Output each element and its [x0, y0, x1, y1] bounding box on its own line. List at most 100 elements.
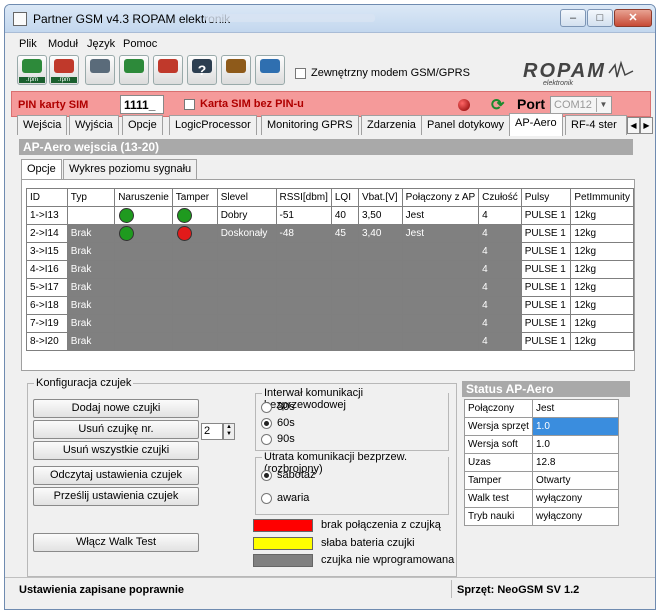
table-cell-polaczony[interactable]: Jest: [401, 224, 480, 243]
table-cell-id[interactable]: 5->I17: [26, 278, 68, 297]
help-button[interactable]: ?: [187, 55, 217, 85]
table-cell-lqi[interactable]: [330, 296, 359, 315]
table-row[interactable]: 1->I13 PIR Dobry -51 40 3,50 Jest 4 PULSE 1 12kg: [26, 206, 634, 225]
table-cell-czulosc[interactable]: 4: [478, 314, 522, 333]
port-select[interactable]: COM12 ▼: [550, 96, 612, 114]
tab-logicprocessor[interactable]: LogicProcessor: [169, 115, 257, 135]
exit-button[interactable]: [221, 55, 251, 85]
table-cell-pulsy[interactable]: PULSE 1: [520, 332, 572, 351]
table-cell-lqi[interactable]: [330, 260, 359, 279]
table-cell-pet[interactable]: 12kg: [570, 296, 634, 315]
tab-opcje[interactable]: Opcje: [122, 115, 163, 135]
table-cell-slevel[interactable]: [216, 260, 277, 279]
table-cell-slevel[interactable]: [216, 296, 277, 315]
download-button[interactable]: [119, 55, 149, 85]
table-cell-pulsy[interactable]: PULSE 1: [520, 278, 572, 297]
tab-monitoring-gprs[interactable]: Monitoring GPRS: [261, 115, 359, 135]
table-cell-pet[interactable]: 12kg: [570, 332, 634, 351]
interval-30s-radio[interactable]: [261, 402, 272, 413]
status-value[interactable]: Otwarty: [532, 471, 619, 490]
table-cell-vbat[interactable]: [357, 296, 403, 315]
add-sensors-button[interactable]: Dodaj nowe czujki: [33, 399, 199, 418]
table-cell-id[interactable]: 6->I18: [26, 296, 68, 315]
table-cell-id[interactable]: 2->I14: [26, 224, 68, 243]
table-cell-czulosc[interactable]: 4: [478, 278, 522, 297]
minimize-button[interactable]: –: [560, 9, 586, 27]
walk-test-button[interactable]: Włącz Walk Test: [33, 533, 199, 552]
table-cell-polaczony[interactable]: [401, 314, 480, 333]
table-cell-naruszenie[interactable]: [114, 224, 173, 243]
table-cell-rssi[interactable]: -51: [275, 206, 332, 225]
close-button[interactable]: ✕: [614, 9, 652, 27]
table-cell-czulosc[interactable]: 4: [478, 206, 522, 225]
table-cell-slevel[interactable]: Dobry: [216, 206, 277, 225]
table-cell-polaczony[interactable]: [401, 278, 480, 297]
table-cell-polaczony[interactable]: [401, 242, 480, 261]
table-cell-pet[interactable]: 12kg: [570, 224, 634, 243]
subtab-signal-chart[interactable]: Wykres poziomu sygnału: [63, 159, 198, 179]
read-from-module-button[interactable]: .rpm: [17, 55, 47, 85]
table-cell-slevel[interactable]: [216, 314, 277, 333]
connect-button[interactable]: [85, 55, 115, 85]
table-cell-tamper[interactable]: [171, 206, 218, 225]
chevron-left-icon[interactable]: ◀: [627, 117, 640, 134]
pin-input[interactable]: 1111_: [120, 95, 164, 114]
table-cell-tamper[interactable]: [171, 296, 218, 315]
chevron-right-icon[interactable]: ▶: [640, 117, 653, 134]
tab-wyjscia[interactable]: Wyjścia: [69, 115, 119, 135]
sensor-number-stepper[interactable]: ▲ ▼: [223, 423, 235, 440]
status-value[interactable]: 12.8: [532, 453, 619, 472]
table-cell-pet[interactable]: 12kg: [570, 260, 634, 279]
table-cell-tamper[interactable]: [171, 332, 218, 351]
table-row[interactable]: 6->I18 Brak 4 PULSE 1 12kg: [26, 296, 634, 315]
table-cell-slevel[interactable]: [216, 332, 277, 351]
table-cell-typ[interactable]: Brak: [66, 242, 116, 261]
tab-panel-dotykowy[interactable]: Panel dotykowy: [421, 115, 511, 135]
table-cell-id[interactable]: 4->I16: [26, 260, 68, 279]
table-cell-typ[interactable]: Brak: [66, 260, 116, 279]
table-cell-vbat[interactable]: [357, 332, 403, 351]
menu-jezyk[interactable]: Język: [87, 38, 115, 50]
table-cell-naruszenie[interactable]: [114, 242, 173, 261]
table-cell-slevel[interactable]: Doskonały: [216, 224, 277, 243]
table-cell-pet[interactable]: 12kg: [570, 206, 634, 225]
write-to-module-button[interactable]: .rpm: [49, 55, 79, 85]
table-cell-pet[interactable]: 12kg: [570, 314, 634, 333]
send-settings-button[interactable]: Prześlij ustawienia czujek: [33, 487, 199, 506]
table-cell-vbat[interactable]: 3,40: [357, 224, 403, 243]
upload-button[interactable]: [153, 55, 183, 85]
table-cell-polaczony[interactable]: Jest: [401, 206, 480, 225]
table-cell-tamper[interactable]: [171, 242, 218, 261]
sim-no-pin-checkbox[interactable]: [184, 99, 195, 110]
table-cell-tamper[interactable]: [171, 224, 218, 243]
status-value[interactable]: 1.0: [532, 435, 619, 454]
table-cell-pulsy[interactable]: PULSE 1: [520, 296, 572, 315]
tab-wejscia[interactable]: Wejścia: [17, 115, 68, 135]
table-row[interactable]: 3->I15 Brak 4 PULSE 1 12kg: [26, 242, 634, 261]
table-row[interactable]: 5->I17 Brak 4 PULSE 1 12kg: [26, 278, 634, 297]
table-cell-naruszenie[interactable]: [114, 296, 173, 315]
table-cell-rssi[interactable]: [275, 278, 332, 297]
table-cell-rssi[interactable]: -48: [275, 224, 332, 243]
maximize-button[interactable]: □: [587, 9, 613, 27]
table-cell-lqi[interactable]: [330, 278, 359, 297]
tab-rf4[interactable]: RF-4 ster: [565, 115, 627, 135]
table-cell-typ[interactable]: PIR: [66, 206, 116, 225]
table-cell-lqi[interactable]: 45: [330, 224, 359, 243]
table-cell-lqi[interactable]: [330, 242, 359, 261]
table-cell-rssi[interactable]: [275, 314, 332, 333]
table-cell-typ[interactable]: Brak: [66, 314, 116, 333]
table-cell-rssi[interactable]: [275, 242, 332, 261]
table-cell-lqi[interactable]: [330, 332, 359, 351]
menu-modul[interactable]: Moduł: [48, 38, 78, 50]
subtab-opcje[interactable]: Opcje: [21, 159, 62, 179]
table-cell-czulosc[interactable]: 4: [478, 332, 522, 351]
table-cell-pulsy[interactable]: PULSE 1: [520, 206, 572, 225]
table-cell-tamper[interactable]: [171, 260, 218, 279]
table-cell-czulosc[interactable]: 4: [478, 260, 522, 279]
table-cell-vbat[interactable]: [357, 242, 403, 261]
menu-plik[interactable]: Plik: [19, 38, 37, 50]
table-row[interactable]: 8->I20 Brak 4 PULSE 1 12kg: [26, 332, 634, 351]
table-cell-rssi[interactable]: [275, 260, 332, 279]
table-cell-typ[interactable]: Brak: [66, 224, 116, 243]
